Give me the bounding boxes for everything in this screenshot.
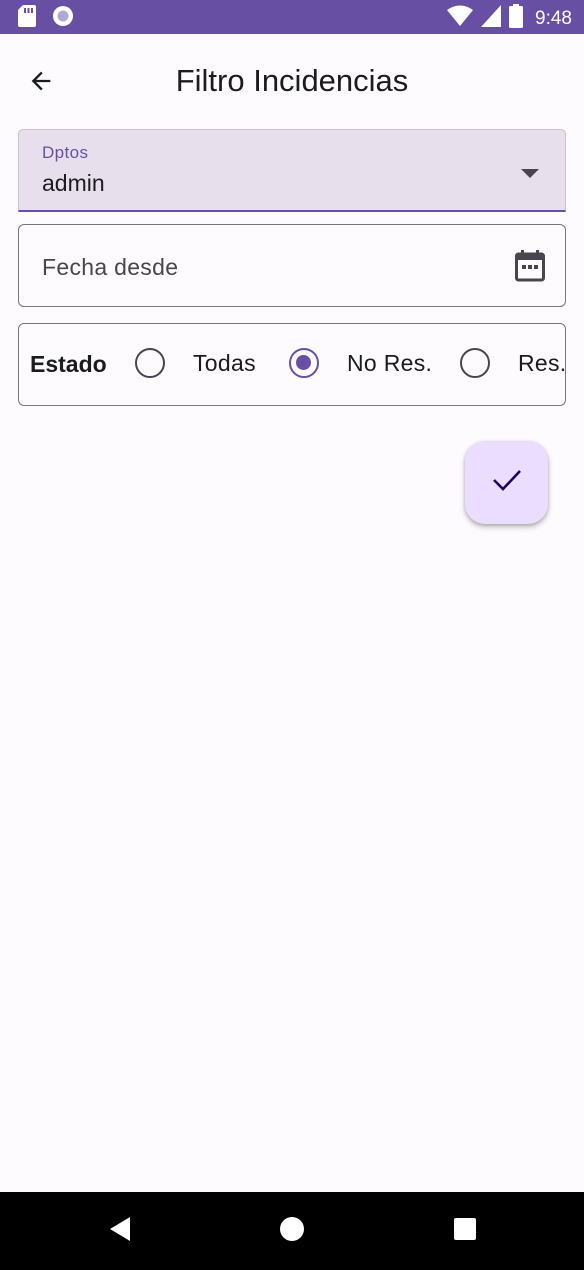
department-label: Dptos: [42, 143, 89, 162]
date-from-field[interactable]: Fecha desde: [18, 224, 566, 307]
page-title: Filtro Incidencias: [175, 63, 409, 98]
sd-card-icon: [18, 5, 36, 32]
wifi-icon: [447, 5, 474, 32]
circle-notification-icon: [52, 5, 74, 32]
signal-icon: [481, 5, 502, 32]
date-from-placeholder: Fecha desde: [42, 254, 179, 280]
radio-label: No Res.: [347, 349, 433, 376]
status-bar-left: [18, 5, 74, 32]
dropdown-arrow-icon[interactable]: [521, 166, 539, 184]
radio-button[interactable]: [460, 348, 490, 378]
radio-option-todas[interactable]: Todas: [135, 348, 256, 378]
department-value: admin: [42, 170, 105, 196]
radio-button[interactable]: [135, 348, 165, 378]
recents-square-icon: [453, 1217, 477, 1246]
nav-home-button[interactable]: [275, 1214, 309, 1248]
apply-filter-button[interactable]: [465, 441, 548, 524]
radio-label: Res.: [518, 349, 566, 376]
status-filter-card: Estado Todas No Res. Res.: [18, 323, 566, 406]
radio-label: Todas: [193, 349, 256, 376]
system-nav-bar: [0, 1192, 584, 1270]
radio-option-res[interactable]: Res.: [460, 348, 566, 378]
calendar-icon[interactable]: [515, 250, 545, 287]
radio-option-no-res[interactable]: No Res.: [289, 348, 432, 378]
battery-icon: [509, 4, 524, 33]
home-circle-icon: [279, 1216, 305, 1247]
status-bar: 9:48: [0, 0, 584, 34]
radio-button-checked[interactable]: [289, 348, 319, 378]
status-bar-right: 9:48: [447, 4, 572, 33]
check-icon: [492, 468, 522, 497]
nav-recents-button[interactable]: [448, 1214, 482, 1248]
status-label: Estado: [30, 351, 107, 377]
nav-back-button[interactable]: [103, 1214, 137, 1248]
app-bar: Filtro Incidencias: [0, 34, 584, 128]
department-dropdown[interactable]: Dptos admin: [18, 129, 566, 212]
status-time: 9:48: [535, 7, 572, 29]
back-triangle-icon: [108, 1216, 132, 1247]
